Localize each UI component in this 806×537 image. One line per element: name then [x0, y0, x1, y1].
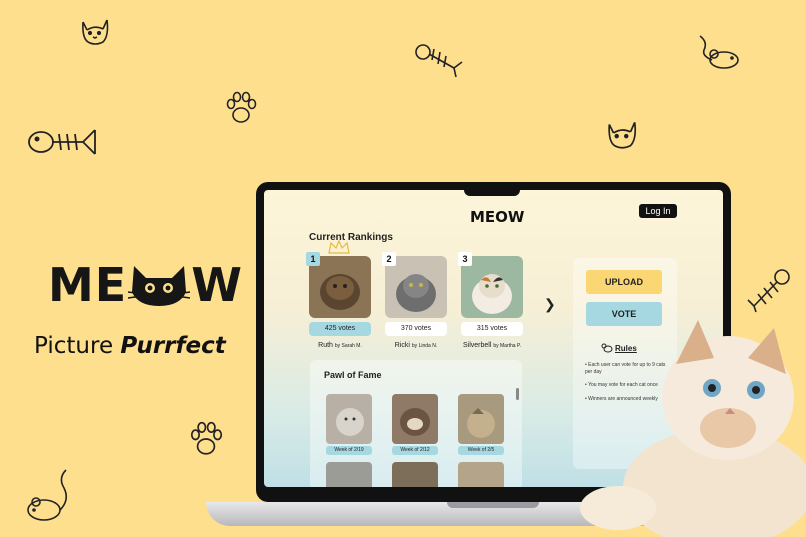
- pawl-of-fame-panel: Pawl of Fame Week of 2/19 Week of 2/12 W…: [310, 360, 522, 487]
- rank-badge: 3: [458, 252, 472, 266]
- fame-card[interactable]: [458, 462, 504, 487]
- vote-count: 425 votes: [309, 322, 371, 336]
- cat-photo-overlay: [580, 320, 806, 537]
- cat-photo[interactable]: [326, 462, 372, 487]
- cat-face-icon: [128, 266, 191, 306]
- week-label: Week of 2/12: [392, 446, 438, 455]
- rankings-title: Current Rankings: [309, 232, 393, 243]
- login-button[interactable]: Log In: [639, 204, 677, 218]
- chevron-right-icon[interactable]: ❯: [544, 296, 556, 313]
- owner-text: by Sarah M.: [334, 343, 362, 349]
- cat-photo[interactable]: [392, 462, 438, 487]
- tagline-plain: Picture: [34, 333, 121, 359]
- cat-photo[interactable]: [326, 394, 372, 444]
- fame-card[interactable]: Week of 2/19: [326, 394, 372, 455]
- app-logo[interactable]: MEOW: [470, 208, 524, 226]
- paw-icon: [226, 91, 257, 123]
- owner-text: by Martha P.: [493, 343, 522, 349]
- fame-title: Pawl of Fame: [324, 370, 382, 380]
- fame-card[interactable]: Week of 2/5: [458, 394, 504, 455]
- fishbone-icon: [415, 44, 463, 78]
- fishbone-icon: [747, 269, 790, 313]
- vote-count: 370 votes: [385, 322, 447, 336]
- week-label: Week of 2/19: [326, 446, 372, 455]
- cat-photo[interactable]: [458, 394, 504, 444]
- cat-face-icon: [608, 122, 637, 149]
- laptop-base-notch: [447, 502, 539, 508]
- cat-name-text: Ruth: [318, 342, 333, 349]
- owner-text: by Linda N.: [411, 343, 438, 349]
- fame-card[interactable]: [326, 462, 372, 487]
- cat-name: Ricki by Linda N.: [385, 342, 447, 349]
- week-label: Week of 2/5: [458, 446, 504, 455]
- cat-name: Ruth by Sarah M.: [309, 342, 371, 349]
- cat-name-text: Ricki: [394, 342, 410, 349]
- brand-logo-right: W: [191, 258, 243, 312]
- tagline: Picture Purrfect: [34, 333, 226, 359]
- camera-notch: [464, 182, 520, 196]
- cat-photo[interactable]: [458, 462, 504, 487]
- ranking-card-1[interactable]: 1 425 votes Ruth by Sarah M.: [306, 252, 371, 349]
- cat-name-text: Silverbell: [462, 342, 492, 349]
- tagline-emphasis: Purrfect: [120, 333, 226, 359]
- mouse-icon: [699, 35, 739, 69]
- fame-card[interactable]: [392, 462, 438, 487]
- ranking-card-3[interactable]: 3 315 votes Silverbell by Martha P.: [458, 252, 523, 349]
- fishbone-icon: [28, 129, 96, 155]
- paw-icon: [190, 421, 223, 455]
- cat-name: Silverbell by Martha P.: [461, 342, 523, 349]
- vote-count: 315 votes: [461, 322, 523, 336]
- rank-badge: 1: [306, 252, 320, 266]
- brand-logo: ME W: [48, 258, 243, 312]
- cat-face-icon: [82, 19, 109, 45]
- ranking-card-2[interactable]: 2 370 votes Ricki by Linda N.: [382, 252, 447, 349]
- mouse-icon: [27, 469, 68, 521]
- brand-logo-left: ME: [48, 258, 128, 312]
- fame-card[interactable]: Week of 2/12: [392, 394, 438, 455]
- scrollbar[interactable]: [516, 388, 519, 400]
- crown-icon: [328, 240, 350, 254]
- cat-photo[interactable]: [392, 394, 438, 444]
- rank-badge: 2: [382, 252, 396, 266]
- upload-button[interactable]: UPLOAD: [586, 270, 662, 294]
